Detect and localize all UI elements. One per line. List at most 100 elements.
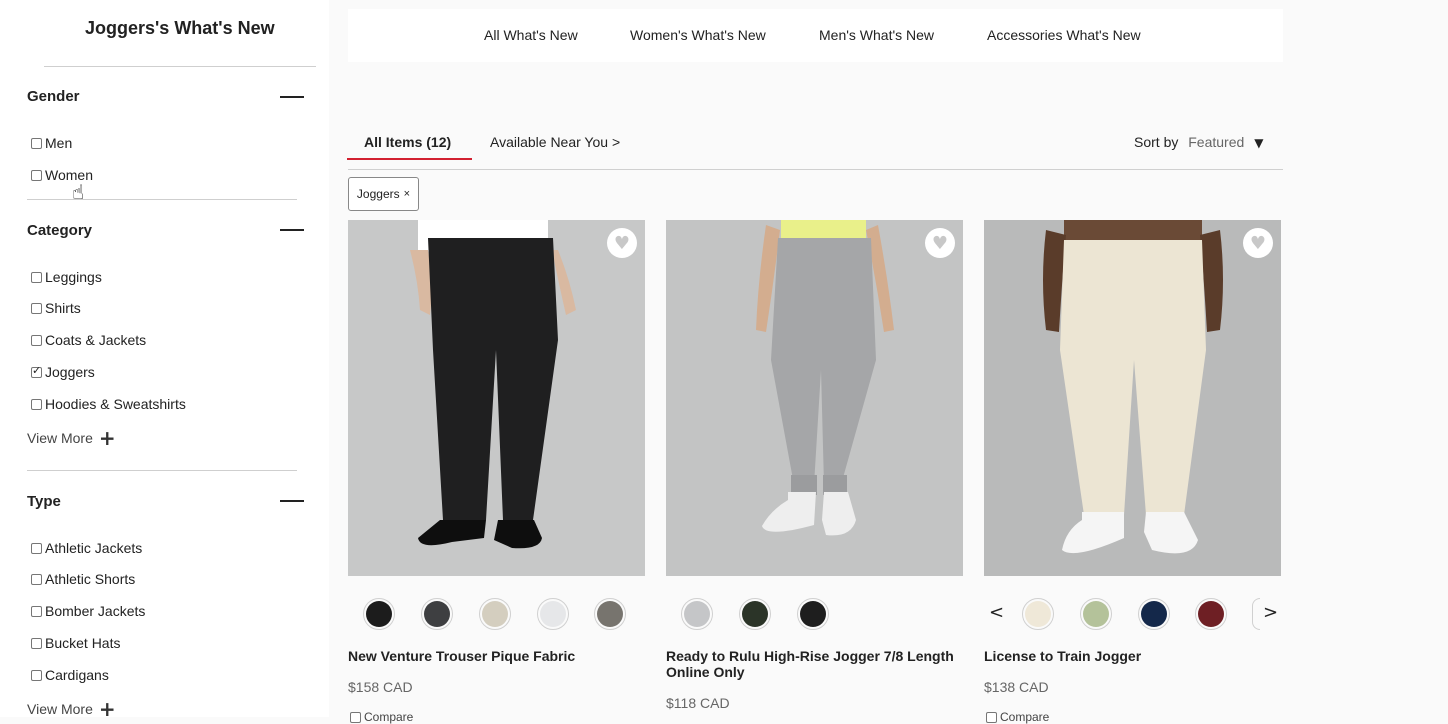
filter-option-hoodies[interactable]: Hoodies & Sweatshirts [31,395,186,413]
sidebar-title: Joggers's What's New [85,18,275,38]
section-title-type: Type [27,493,61,510]
sort-dropdown[interactable]: Sort by Featured ▼ [1134,134,1263,150]
option-label: Athletic Jackets [45,540,143,556]
section-title-category: Category [27,222,93,239]
tab-available-near-you[interactable]: Available Near You > [490,134,620,150]
wishlist-heart-icon[interactable]: ♥ [1243,228,1273,258]
chip-label: Joggers [356,187,400,201]
checkbox[interactable] [31,573,42,585]
color-swatch[interactable] [479,598,511,630]
checkbox[interactable] [31,271,42,283]
color-swatch[interactable] [421,598,453,630]
option-label: Cardigans [45,667,109,683]
product-image[interactable]: ♥ [666,220,963,576]
color-swatch[interactable] [1080,598,1112,630]
swatch-next-button[interactable]: > [1263,602,1278,623]
filter-option-men[interactable]: Men [31,134,72,152]
plus-icon: + [98,426,116,450]
divider [348,169,1283,170]
option-label: Men [45,135,73,151]
section-title-gender: Gender [27,88,80,105]
product-price: $118 CAD [666,695,730,711]
option-label: Joggers [45,364,95,380]
checkbox[interactable] [31,605,42,617]
collapse-type-icon[interactable] [280,500,304,502]
caret-down-icon: ▼ [1254,136,1264,150]
checkbox[interactable] [31,137,42,149]
view-more-category-button[interactable]: View More + [27,426,116,450]
checkbox[interactable] [31,302,42,314]
color-swatch[interactable] [537,598,569,630]
compare-label: Compare [1000,710,1050,724]
filter-option-leggings[interactable]: Leggings [31,268,102,286]
compare-checkbox[interactable]: Compare [986,710,1049,724]
top-nav: All What's New Women's What's New Men's … [348,9,1283,62]
product-price: $158 CAD [348,679,413,695]
product-image[interactable]: ♥ [984,220,1281,576]
option-label: Leggings [45,269,102,285]
checkbox[interactable] [31,542,42,554]
view-more-label: View More [27,430,93,446]
filter-option-coats-jackets[interactable]: Coats & Jackets [31,331,146,349]
active-filter-chip[interactable]: Joggers × [348,177,419,211]
option-label: Coats & Jackets [45,332,147,348]
option-label: Hoodies & Sweatshirts [45,396,186,412]
color-swatch[interactable] [363,598,395,630]
wishlist-heart-icon[interactable]: ♥ [925,228,955,258]
option-label: Bucket Hats [45,635,121,651]
view-more-type-button[interactable]: View More + [27,697,116,721]
product-price: $138 CAD [984,679,1049,695]
color-swatch[interactable] [594,598,626,630]
filter-option-athletic-shorts[interactable]: Athletic Shorts [31,570,135,588]
product-name[interactable]: Ready to Rulu High-Rise Jogger 7/8 Lengt… [666,648,963,680]
sort-value: Featured [1188,134,1245,150]
product-image[interactable]: ♥ [348,220,645,576]
option-label: Women [45,167,93,183]
checkbox[interactable] [986,711,997,723]
checkbox[interactable] [31,669,42,681]
product-photo [984,220,1281,576]
swatch-prev-button[interactable]: < [989,602,1004,623]
collapse-category-icon[interactable] [280,229,304,231]
color-swatches: < > [984,598,1281,632]
checkbox[interactable] [31,398,42,410]
compare-label: Compare [364,710,414,724]
color-swatches [348,598,645,632]
filter-option-joggers[interactable]: Joggers [31,363,95,381]
plus-icon: + [98,697,116,721]
checkbox[interactable] [350,711,361,723]
filter-option-cardigans[interactable]: Cardigans [31,666,109,684]
filter-option-bucket-hats[interactable]: Bucket Hats [31,634,120,652]
checkbox[interactable] [31,334,42,346]
checkbox[interactable] [31,169,42,181]
option-label: Bomber Jackets [45,603,146,619]
hand-cursor-icon: ☝ [72,180,85,204]
nav-womens-whats-new[interactable]: Women's What's New [630,27,766,43]
color-swatch[interactable] [681,598,713,630]
checkbox[interactable] [31,637,42,649]
sort-label: Sort by [1134,134,1179,150]
color-swatch-partial[interactable] [1252,598,1260,630]
collapse-gender-icon[interactable] [280,96,304,98]
nav-all-whats-new[interactable]: All What's New [484,27,578,43]
compare-checkbox[interactable]: Compare [350,710,413,724]
color-swatch[interactable] [1138,598,1170,630]
filter-option-athletic-jackets[interactable]: Athletic Jackets [31,539,142,557]
nav-mens-whats-new[interactable]: Men's What's New [819,27,934,43]
option-label: Athletic Shorts [45,571,136,587]
wishlist-heart-icon[interactable]: ♥ [607,228,637,258]
close-icon[interactable]: × [404,188,410,200]
color-swatch[interactable] [1022,598,1054,630]
filter-option-bomber-jackets[interactable]: Bomber Jackets [31,602,145,620]
filter-sidebar: Joggers's What's New Gender Men Women ☝ … [0,0,329,721]
checkbox-checked[interactable] [31,364,42,378]
product-name[interactable]: New Venture Trouser Pique Fabric [348,648,645,664]
color-swatch[interactable] [797,598,829,630]
nav-accessories-whats-new[interactable]: Accessories What's New [987,27,1141,43]
color-swatch[interactable] [1195,598,1227,630]
color-swatch[interactable] [739,598,771,630]
product-name[interactable]: License to Train Jogger [984,648,1281,664]
tab-all-items[interactable]: All Items (12) [364,134,451,150]
active-tab-underline [347,158,472,160]
filter-option-shirts[interactable]: Shirts [31,299,81,317]
